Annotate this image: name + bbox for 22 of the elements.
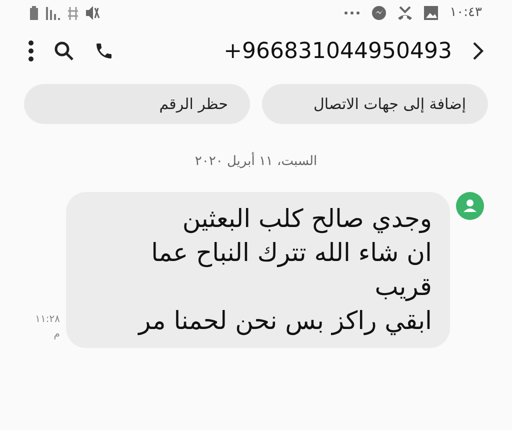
more-options-icon[interactable] [28,40,34,62]
message-line: وجدي صالح كلب البعثين [182,202,432,236]
phone-icon[interactable] [94,41,114,61]
action-button[interactable]: إضافة إلى جهات الاتصال [262,84,488,124]
action-button[interactable]: حظر الرقم [24,84,250,124]
more-icon [344,11,360,15]
avatar-icon [456,192,484,220]
battery-icon [30,6,38,20]
signal-icon [46,6,60,20]
message-line: ان شاء الله تترك النباح عما [151,236,432,270]
date-divider: السبت، ١١ أبريل ٢٠٢٠ [194,152,318,171]
search-icon[interactable] [54,41,74,61]
phone-number: +966831044950493 [224,38,452,66]
mute-icon [86,6,100,20]
message-line: قريب [374,270,432,304]
status-time: ١٠:٤٣ [450,4,482,22]
missed-call-icon [398,6,412,20]
forward-chevron-icon[interactable] [472,41,484,61]
message-line: ابقي راكز بس نحن لحمنا مر [138,304,432,338]
image-icon [424,6,438,20]
chat-bubble-icon [372,6,386,20]
message-time: ١١:٢٨ م [34,312,60,342]
